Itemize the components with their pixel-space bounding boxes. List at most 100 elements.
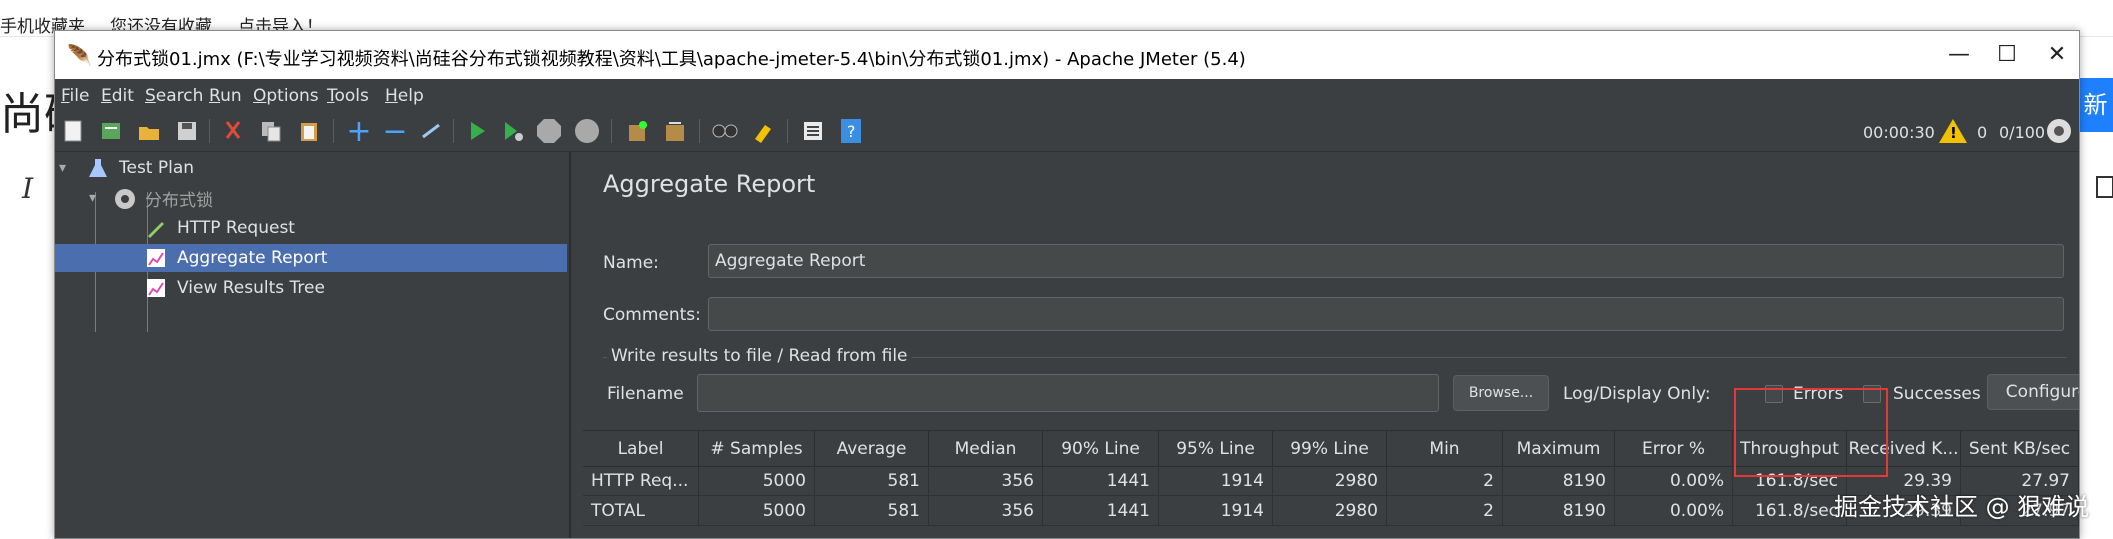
paste-icon[interactable] — [295, 117, 323, 145]
table-cell: 8190 — [1503, 496, 1615, 526]
chevron-down-icon[interactable]: ▾ — [59, 160, 77, 176]
open-icon[interactable] — [135, 117, 163, 145]
collapse-all-icon[interactable]: − — [381, 114, 409, 149]
column-header[interactable]: 90% Line — [1043, 431, 1159, 467]
column-header[interactable]: # Samples — [699, 431, 815, 467]
filename-label: Filename — [607, 384, 684, 404]
chart-icon — [145, 277, 167, 299]
menu-file[interactable]: File — [61, 86, 89, 106]
table-cell: HTTP Req... — [583, 466, 699, 496]
column-header[interactable]: Throughput — [1733, 431, 1847, 467]
tree-label-test-plan: Test Plan — [119, 158, 195, 178]
tree-item-thread-group[interactable]: ▾ 分布式锁 — [89, 184, 213, 212]
shutdown-icon[interactable] — [573, 117, 601, 145]
table-cell: 0.00% — [1615, 496, 1733, 526]
aggregate-report-panel: Aggregate Report Name: Aggregate Report … — [583, 152, 2079, 538]
comments-field[interactable] — [708, 297, 2064, 331]
save-icon[interactable] — [173, 117, 201, 145]
filename-field[interactable] — [697, 374, 1439, 412]
copy-icon[interactable] — [257, 117, 285, 145]
table-cell: TOTAL — [583, 496, 699, 526]
menu-tools[interactable]: Tools — [327, 86, 369, 106]
help-icon[interactable]: ? — [837, 117, 865, 145]
start-icon[interactable] — [463, 117, 491, 145]
table-cell: 2980 — [1273, 496, 1387, 526]
name-field[interactable]: Aggregate Report — [708, 244, 2064, 278]
table-cell: 5000 — [699, 496, 815, 526]
successes-label: Successes — [1893, 384, 1981, 404]
clear-icon[interactable] — [623, 117, 651, 145]
cut-icon[interactable] — [219, 117, 247, 145]
column-header[interactable]: Median — [929, 431, 1043, 467]
active-threads: 0/100 — [1999, 123, 2046, 142]
window-titlebar[interactable]: 🪶 分布式锁01.jmx (F:\专业学习视频资料\尚硅谷分布式锁视频教程\资料… — [55, 31, 2079, 79]
column-header[interactable]: 95% Line — [1159, 431, 1273, 467]
chart-icon — [145, 247, 167, 269]
stop-icon[interactable] — [535, 117, 563, 145]
table-cell: 0.00% — [1615, 466, 1733, 496]
minimize-button[interactable]: — — [1935, 39, 1983, 71]
tree-label-aggregate-report: Aggregate Report — [177, 248, 328, 268]
jmeter-feather-icon: 🪶 — [67, 43, 92, 67]
maximize-button[interactable]: ☐ — [1983, 39, 2031, 71]
menu-run[interactable]: Run — [209, 86, 242, 106]
name-label: Name: — [603, 253, 659, 273]
warning-count: 0 — [1977, 123, 1988, 142]
italic-icon[interactable]: I — [22, 172, 33, 205]
reset-search-icon[interactable] — [749, 117, 777, 145]
expand-all-icon[interactable]: + — [345, 114, 373, 149]
panel-title: Aggregate Report — [603, 170, 816, 198]
watermark: 掘金技术社区 @ 狠难说 — [1834, 493, 2090, 521]
jmeter-window: 🪶 分布式锁01.jmx (F:\专业学习视频资料\尚硅谷分布式锁视频教程\资料… — [54, 30, 2080, 539]
menu-options[interactable]: Options — [253, 86, 319, 106]
column-header[interactable]: Label — [583, 431, 699, 467]
menu-help[interactable]: Help — [385, 86, 424, 106]
search-icon[interactable] — [711, 117, 739, 145]
table-cell: 2 — [1387, 496, 1503, 526]
column-header[interactable]: Min — [1387, 431, 1503, 467]
errors-label: Errors — [1793, 384, 1844, 404]
close-button[interactable]: ✕ — [2033, 39, 2079, 71]
menu-search[interactable]: Search — [145, 86, 203, 106]
configure-button[interactable]: Configure — [1987, 374, 2079, 410]
gear-icon — [113, 187, 135, 209]
errors-checkbox[interactable] — [1765, 385, 1783, 403]
browse-button[interactable]: Browse... — [1453, 375, 1549, 411]
start-no-pauses-icon[interactable] — [499, 117, 527, 145]
table-cell: 581 — [815, 496, 929, 526]
svg-text:?: ? — [847, 122, 856, 141]
column-header[interactable]: Error % — [1615, 431, 1733, 467]
table-cell: 1914 — [1159, 496, 1273, 526]
table-cell: 161.8/sec — [1733, 496, 1847, 526]
warning-icon[interactable]: ! — [1939, 119, 1967, 143]
background-new-button[interactable]: 新 — [2078, 78, 2113, 132]
table-cell: 1441 — [1043, 496, 1159, 526]
clear-all-icon[interactable] — [661, 117, 689, 145]
column-header[interactable]: 99% Line — [1273, 431, 1387, 467]
tree-item-view-results-tree[interactable]: View Results Tree — [145, 274, 325, 302]
new-icon[interactable] — [59, 117, 87, 145]
remote-icon[interactable] — [2045, 117, 2073, 145]
column-header[interactable]: Received K... — [1847, 431, 1961, 467]
tree-item-aggregate-report[interactable]: Aggregate Report — [55, 244, 567, 272]
table-cell: 161.8/sec — [1733, 466, 1847, 496]
table-cell: 2980 — [1273, 466, 1387, 496]
checkbox-icon[interactable] — [2096, 176, 2113, 198]
chevron-down-icon[interactable]: ▾ — [89, 190, 107, 206]
column-header[interactable]: Maximum — [1503, 431, 1615, 467]
tree-label-thread-group: 分布式锁 — [145, 190, 213, 211]
menu-edit[interactable]: Edit — [101, 86, 134, 106]
templates-icon[interactable] — [97, 117, 125, 145]
flask-icon — [87, 157, 109, 179]
successes-checkbox[interactable] — [1863, 385, 1881, 403]
table-cell: 1914 — [1159, 466, 1273, 496]
tree-item-test-plan[interactable]: ▾ Test Plan — [59, 154, 194, 182]
table-cell: 581 — [815, 466, 929, 496]
table-cell: 5000 — [699, 466, 815, 496]
tree-item-http-request[interactable]: HTTP Request — [145, 214, 295, 242]
function-helper-icon[interactable] — [799, 117, 827, 145]
menu-bar: File Edit Search Run Options Tools Help — [55, 79, 2079, 111]
column-header[interactable]: Average — [815, 431, 929, 467]
toggle-icon[interactable] — [417, 117, 445, 145]
column-header[interactable]: Sent KB/sec — [1961, 431, 2079, 467]
